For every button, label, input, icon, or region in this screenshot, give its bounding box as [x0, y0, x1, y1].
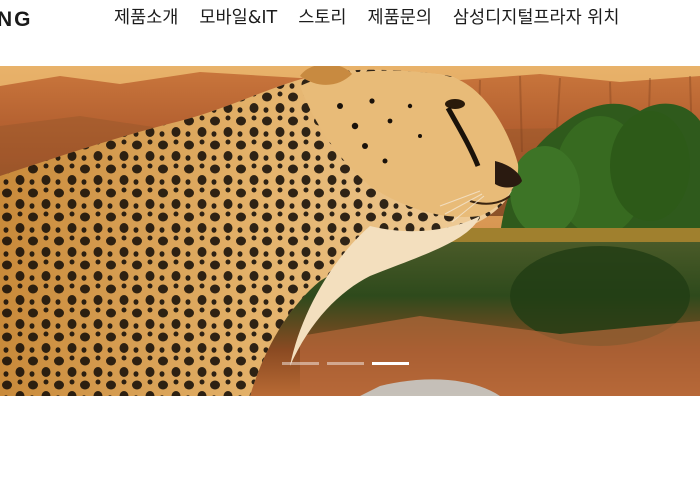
main-nav: 제품소개 모바일&IT 스토리 제품문의 삼성디지털프라자 위치: [114, 5, 619, 31]
slide-indicator-1[interactable]: [282, 362, 319, 365]
hero-image: [0, 66, 700, 396]
hero-banner[interactable]: [0, 66, 700, 396]
nav-item-mobile-it[interactable]: 모바일&IT: [199, 5, 277, 31]
slide-indicators: [282, 362, 409, 365]
nav-item-products[interactable]: 제품소개: [114, 5, 178, 31]
nav-item-store-location[interactable]: 삼성디지털프라자 위치: [453, 5, 620, 31]
slide-indicator-2[interactable]: [327, 362, 364, 365]
samsung-logo[interactable]: NG: [0, 8, 33, 32]
nav-item-story[interactable]: 스토리: [298, 5, 346, 31]
page: NG 제품소개 모바일&IT 스토리 제품문의 삼성디지털프라자 위치: [0, 0, 700, 500]
header: NG 제품소개 모바일&IT 스토리 제품문의 삼성디지털프라자 위치: [0, 0, 700, 40]
slide-indicator-3[interactable]: [372, 362, 409, 365]
nav-item-inquiry[interactable]: 제품문의: [368, 5, 432, 31]
